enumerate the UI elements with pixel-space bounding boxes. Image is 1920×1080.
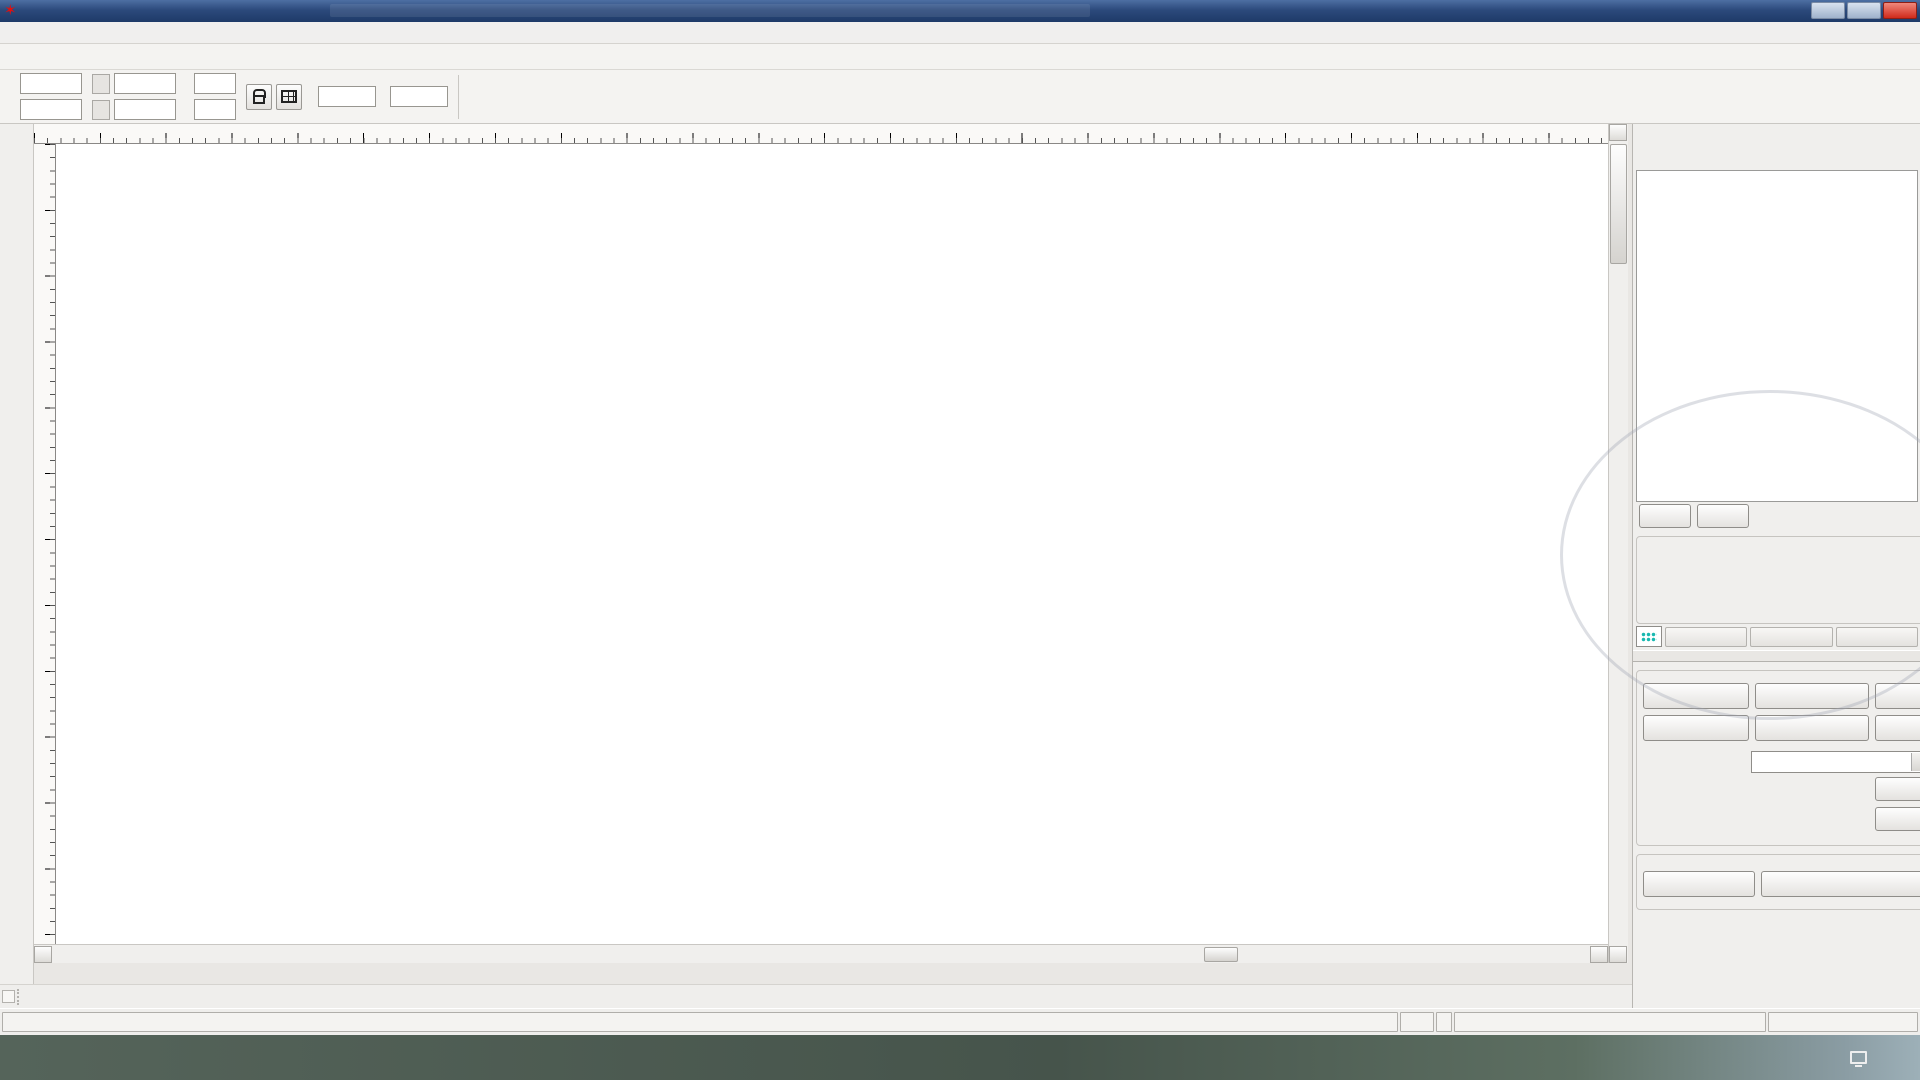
status-cell-empty2 <box>1436 1012 1452 1032</box>
system-tray <box>1811 1035 1916 1080</box>
status-bar <box>0 1008 1920 1035</box>
background-window-artifact <box>330 4 1090 17</box>
layer-table <box>1636 170 1918 502</box>
scroll-right-button[interactable] <box>1590 946 1608 963</box>
port-setting-button[interactable] <box>1643 871 1755 897</box>
x-position-input[interactable] <box>20 73 82 94</box>
ufile-output-button[interactable] <box>1755 715 1869 741</box>
table-layout-button[interactable] <box>276 84 302 110</box>
maximize-button[interactable] <box>1847 2 1881 19</box>
status-cursor-coords <box>1768 1012 1918 1032</box>
mini-button[interactable] <box>1836 627 1918 647</box>
process-no-input[interactable] <box>390 86 448 107</box>
control-panel <box>1632 124 1920 1008</box>
vertical-ruler <box>34 144 56 944</box>
status-selection-info <box>1454 1012 1766 1032</box>
transform-toolbar <box>0 70 1920 124</box>
vertical-scrollbar[interactable] <box>1608 124 1628 963</box>
rdworks-window <box>0 0 1920 1080</box>
save-to-ufile-button[interactable] <box>1643 715 1749 741</box>
horizontal-scrollbar[interactable] <box>34 944 1608 963</box>
scale-x-input[interactable] <box>194 73 236 94</box>
status-welcome <box>2 1012 1398 1032</box>
scroll-left-button[interactable] <box>34 946 52 963</box>
mini-button[interactable] <box>1665 627 1747 647</box>
dock-divider <box>1633 650 1920 662</box>
coordinate-fields <box>6 72 242 121</box>
lock-icon <box>253 95 265 104</box>
scroll-down-button[interactable] <box>1609 946 1627 963</box>
tool-palette <box>0 124 34 984</box>
line-column-group <box>1636 536 1920 624</box>
scroll-up-button[interactable] <box>1609 124 1627 141</box>
palette-grip[interactable] <box>17 989 25 1005</box>
title-bar <box>0 0 1920 22</box>
mini-toolbar <box>1636 626 1918 648</box>
mini-button[interactable] <box>1750 627 1832 647</box>
cut-scale-button[interactable] <box>1875 777 1920 801</box>
menu-bar <box>0 22 1920 44</box>
horizontal-ruler <box>34 124 1608 144</box>
device-select-button[interactable] <box>1761 871 1920 897</box>
pause-continue-button[interactable] <box>1755 683 1869 709</box>
status-cell-empty1 <box>1400 1012 1434 1032</box>
color-palette-bar <box>0 984 1632 1008</box>
height-input[interactable] <box>114 99 176 120</box>
main-toolbar <box>0 44 1920 70</box>
width-input[interactable] <box>114 73 176 94</box>
vertical-scroll-thumb[interactable] <box>1610 144 1627 264</box>
go-scale-button[interactable] <box>1875 807 1920 831</box>
palette-close-icon[interactable] <box>2 990 15 1003</box>
toolbar-separator <box>458 75 459 119</box>
laser2-button[interactable] <box>1697 504 1749 528</box>
download-button[interactable] <box>1875 715 1920 741</box>
start-button[interactable] <box>1643 683 1749 709</box>
taskbar <box>0 1035 1920 1080</box>
laser-work-group <box>1636 670 1920 846</box>
horizontal-scroll-thumb[interactable] <box>1204 947 1238 962</box>
drawing-canvas[interactable] <box>56 144 1608 944</box>
chevron-down-icon <box>1911 753 1920 771</box>
network-icon[interactable] <box>1850 1051 1867 1064</box>
lock-ratio-button[interactable] <box>246 84 272 110</box>
tag-mini-icon[interactable] <box>1636 626 1662 647</box>
angle-input[interactable] <box>318 86 376 107</box>
stop-button[interactable] <box>1875 683 1920 709</box>
table-icon <box>281 90 297 103</box>
device-group <box>1636 854 1920 910</box>
close-button[interactable] <box>1883 2 1917 19</box>
scale-y-input[interactable] <box>194 99 236 120</box>
width-arrow-icon <box>92 74 110 94</box>
minimize-button[interactable] <box>1811 2 1845 19</box>
app-icon <box>4 3 20 19</box>
position-dropdown[interactable] <box>1751 751 1920 773</box>
y-position-input[interactable] <box>20 99 82 120</box>
laser1-button[interactable] <box>1639 504 1691 528</box>
height-arrow-icon <box>92 100 110 120</box>
